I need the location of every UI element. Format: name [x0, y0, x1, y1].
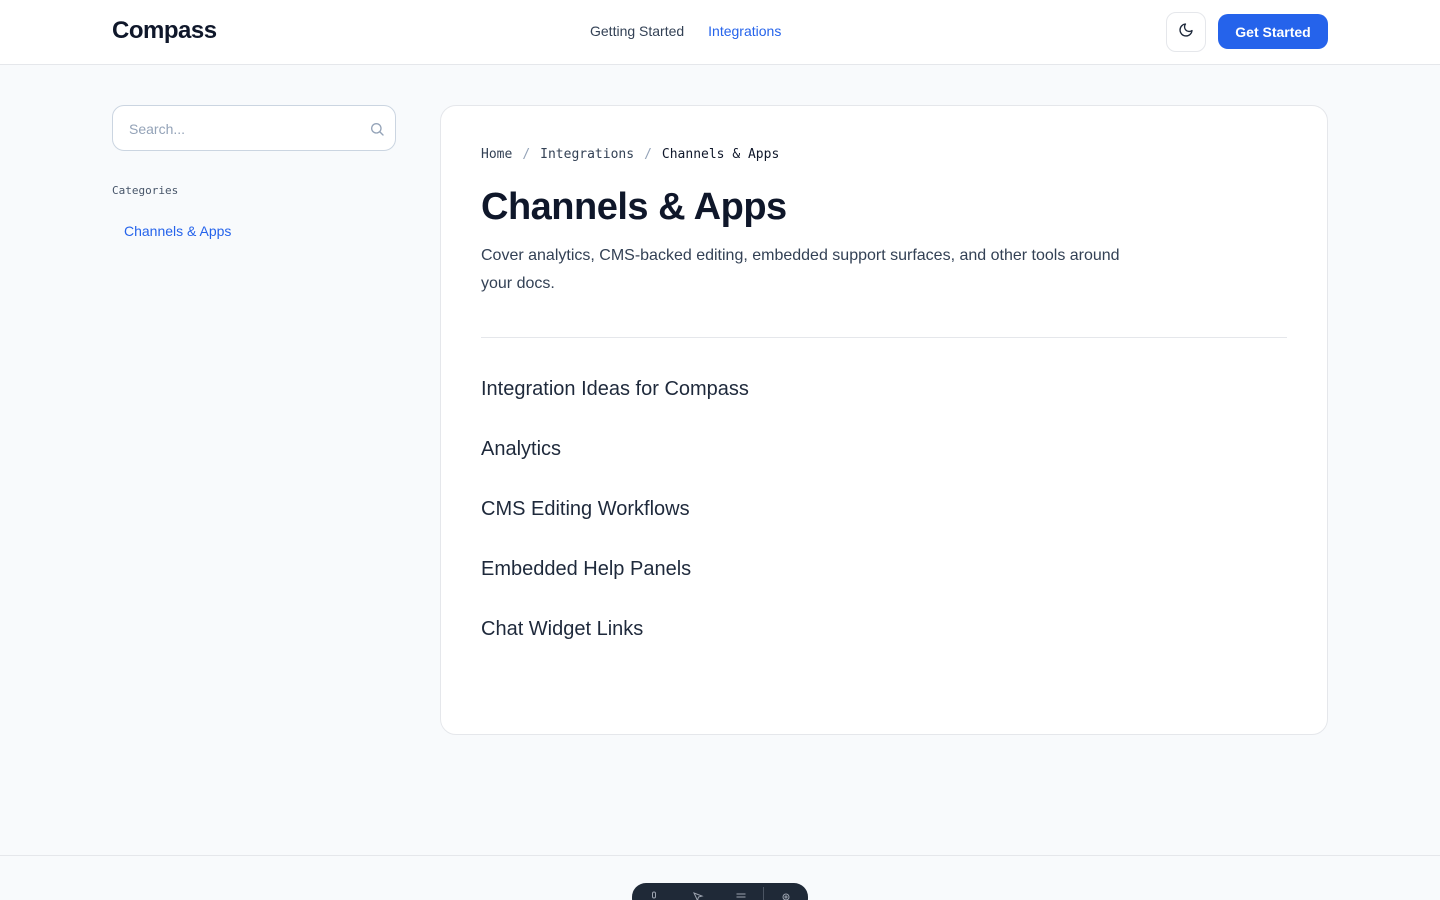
sidebar-item-channels-apps[interactable]: Channels & Apps [124, 223, 231, 239]
page-title: Channels & Apps [481, 186, 787, 228]
pointer-icon[interactable] [676, 891, 720, 900]
get-started-button[interactable]: Get Started [1218, 14, 1328, 49]
nav-link-getting-started[interactable]: Getting Started [590, 23, 684, 39]
nav-link-integrations[interactable]: Integrations [708, 23, 781, 39]
breadcrumb-home[interactable]: Home [481, 147, 512, 162]
floating-toolbar [632, 883, 808, 900]
list-item: Analytics [481, 438, 749, 498]
section-list: Integration Ideas for Compass Analytics … [481, 378, 749, 678]
search-box[interactable] [112, 105, 396, 151]
theme-toggle-button[interactable] [1166, 12, 1206, 52]
main-nav: Getting Started Integrations [590, 23, 781, 39]
content-card: Home / Integrations / Channels & Apps Ch… [440, 105, 1328, 735]
breadcrumb-separator: / [522, 147, 531, 162]
top-navigation-bar: Compass Getting Started Integrations Get… [0, 0, 1440, 65]
list-item: Chat Widget Links [481, 618, 749, 678]
moon-icon [1178, 22, 1194, 43]
breadcrumb-separator: / [644, 147, 652, 162]
section-link-chat-widget[interactable]: Chat Widget Links [481, 618, 643, 640]
breadcrumb: Home / Integrations / Channels & Apps [481, 147, 779, 162]
list-item: Integration Ideas for Compass [481, 378, 749, 438]
categories-heading: Categories [112, 184, 179, 197]
breadcrumb-current: Channels & Apps [661, 147, 780, 162]
search-input[interactable] [129, 118, 359, 140]
list-item: Embedded Help Panels [481, 558, 749, 618]
brand-logo[interactable]: Compass [112, 17, 217, 45]
breadcrumb-integrations[interactable]: Integrations [540, 147, 634, 162]
footer [0, 855, 1440, 900]
section-link-integration-ideas[interactable]: Integration Ideas for Compass [481, 378, 749, 400]
microphone-icon[interactable] [632, 891, 676, 900]
menu-icon[interactable] [720, 891, 764, 900]
section-link-analytics[interactable]: Analytics [481, 438, 561, 460]
list-item: CMS Editing Workflows [481, 498, 749, 558]
page-description: Cover analytics, CMS-backed editing, emb… [481, 247, 1120, 292]
search-icon[interactable] [369, 121, 385, 142]
section-link-embedded-help[interactable]: Embedded Help Panels [481, 558, 691, 580]
gear-icon[interactable] [764, 891, 808, 900]
divider [481, 337, 1287, 338]
section-link-cms-editing[interactable]: CMS Editing Workflows [481, 498, 690, 520]
